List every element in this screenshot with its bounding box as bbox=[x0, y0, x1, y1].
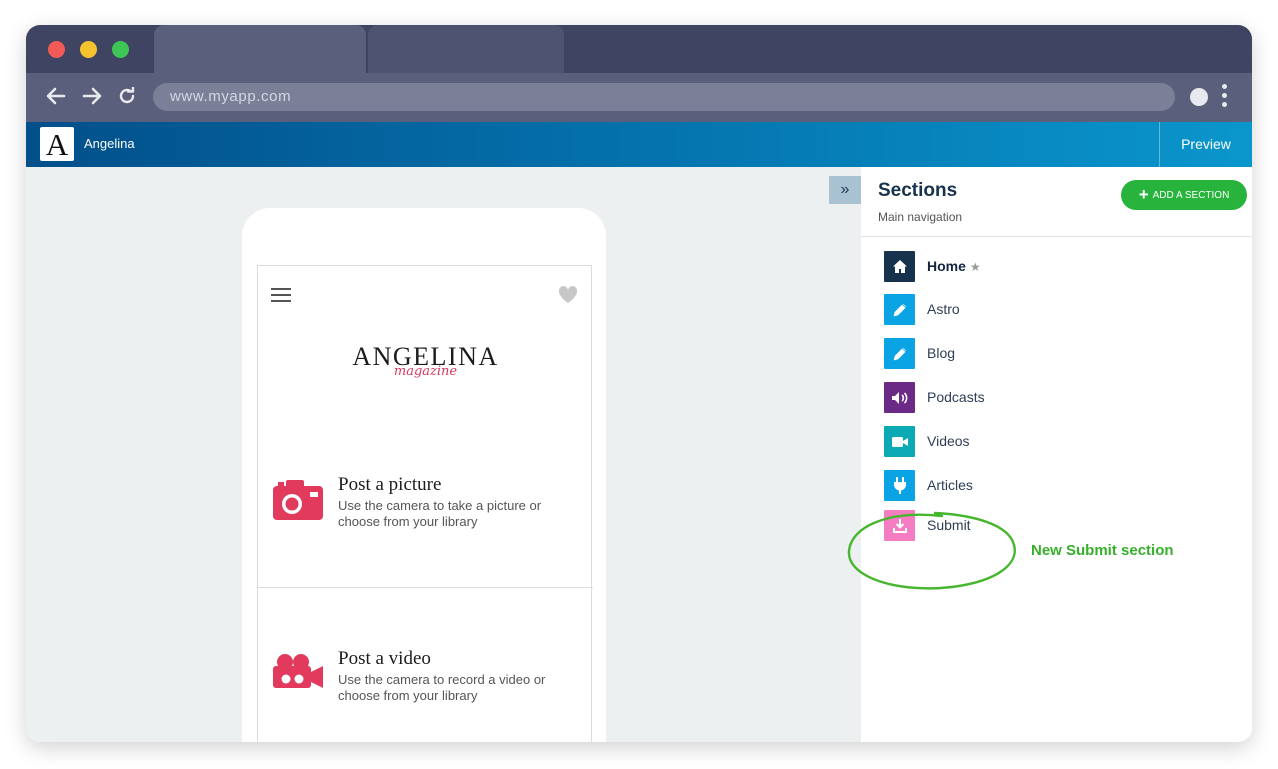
section-item-blog[interactable]: Blog bbox=[884, 338, 1184, 370]
pencil-icon bbox=[884, 294, 915, 325]
section-label: Astro bbox=[927, 301, 960, 317]
post-title: Post a video bbox=[338, 648, 431, 669]
section-item-home[interactable]: Home ★ bbox=[884, 251, 1184, 283]
section-item-videos[interactable]: Videos bbox=[884, 426, 1184, 458]
minimize-window-button[interactable] bbox=[80, 41, 97, 58]
app-header: A Angelina Preview bbox=[26, 122, 1252, 167]
star-icon: ★ bbox=[969, 260, 981, 274]
reload-icon[interactable] bbox=[113, 82, 141, 110]
annotation-label: New Submit section bbox=[1031, 542, 1174, 559]
title-bar bbox=[26, 25, 1252, 73]
browser-tab[interactable] bbox=[368, 25, 564, 73]
post-title: Post a picture bbox=[338, 474, 442, 495]
video-icon bbox=[884, 426, 915, 457]
profile-icon[interactable] bbox=[1190, 88, 1208, 106]
magazine-logo-subtitle: magazine bbox=[393, 364, 458, 379]
preview-canvas: » ANGELINA magazine Post a picture Use t… bbox=[26, 167, 861, 742]
preview-button[interactable]: Preview bbox=[1160, 122, 1252, 167]
maximize-window-button[interactable] bbox=[112, 41, 129, 58]
sections-panel: Sections Main navigation + ADD A SECTION … bbox=[847, 167, 1252, 742]
panel-subtitle: Main navigation bbox=[878, 210, 963, 224]
plus-icon: + bbox=[1138, 185, 1149, 204]
browser-window: www.myapp.com A Angelina Preview » ANGEL… bbox=[26, 25, 1252, 742]
app-logo[interactable]: A bbox=[40, 127, 74, 162]
forward-arrow-icon[interactable] bbox=[78, 82, 106, 110]
section-label: Blog bbox=[927, 345, 956, 361]
home-icon bbox=[884, 251, 915, 282]
address-toolbar: www.myapp.com bbox=[26, 73, 1252, 122]
section-item-articles[interactable]: Articles bbox=[884, 470, 1184, 502]
section-label: Articles bbox=[927, 477, 973, 493]
speaker-icon bbox=[884, 382, 915, 413]
add-section-button[interactable]: + ADD A SECTION bbox=[1121, 180, 1247, 210]
app-name: Angelina bbox=[84, 136, 135, 151]
panel-title: Sections bbox=[878, 180, 958, 201]
section-label: Podcasts bbox=[927, 389, 985, 405]
post-description: Use the camera to take a picture or choo… bbox=[338, 498, 542, 529]
phone-mockup: ANGELINA magazine Post a picture Use the… bbox=[242, 208, 606, 742]
more-menu-icon[interactable] bbox=[1220, 84, 1228, 110]
plug-icon bbox=[884, 470, 915, 501]
section-item-podcasts[interactable]: Podcasts bbox=[884, 382, 1184, 414]
panel-divider bbox=[861, 236, 1252, 237]
post-description: Use the camera to record a video or choo… bbox=[338, 672, 546, 703]
highlight-circle bbox=[847, 511, 1016, 590]
browser-tab-active[interactable] bbox=[154, 25, 366, 73]
camera-icon bbox=[272, 478, 324, 527]
add-section-label: ADD A SECTION bbox=[1152, 190, 1230, 201]
section-item-astro[interactable]: Astro bbox=[884, 294, 1184, 326]
section-label: Videos bbox=[927, 433, 970, 449]
collapse-panel-button[interactable]: » bbox=[829, 176, 861, 204]
pencil-icon bbox=[884, 338, 915, 369]
video-camera-icon bbox=[272, 652, 324, 697]
section-label: Home ★ bbox=[927, 258, 981, 274]
back-arrow-icon[interactable] bbox=[42, 82, 70, 110]
post-picture-item[interactable]: Post a picture Use the camera to take a … bbox=[258, 472, 593, 588]
url-input[interactable]: www.myapp.com bbox=[153, 83, 1175, 111]
phone-screen: ANGELINA magazine Post a picture Use the… bbox=[257, 265, 593, 742]
heart-icon[interactable] bbox=[558, 286, 578, 309]
close-window-button[interactable] bbox=[48, 41, 65, 58]
hamburger-menu-icon[interactable] bbox=[271, 288, 291, 302]
